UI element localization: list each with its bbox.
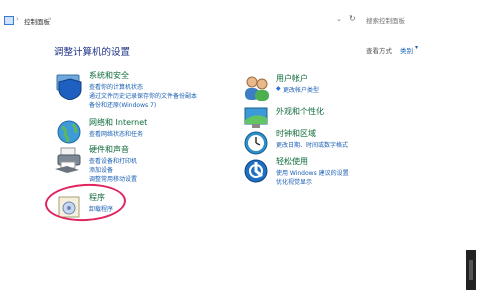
uac-shield-icon: ◆ — [276, 85, 281, 92]
link-date-time-format[interactable]: 更改日期、时间或数字格式 — [276, 140, 348, 149]
category-user-accounts: 用户帐户 ◆ 更改帐户类型 — [242, 73, 442, 101]
category-system-security: 系统和安全 查看你的计算机状态 通过文件历史记录保存你的文件备份副本 备份和还原… — [55, 70, 255, 114]
category-title[interactable]: 系统和安全 — [89, 70, 129, 81]
shield-icon[interactable] — [55, 70, 85, 100]
category-title[interactable]: 用户帐户 — [276, 73, 308, 84]
link-windows-suggested-settings[interactable]: 使用 Windows 建议的设置 — [276, 168, 349, 177]
link-view-computer-status[interactable]: 查看你的计算机状态 — [89, 82, 143, 91]
category-title[interactable]: 轻松使用 — [276, 156, 308, 167]
view-by-caret-icon[interactable]: ▾ — [415, 44, 418, 51]
view-by-label: 查看方式 — [366, 47, 392, 55]
address-dropdown-icon[interactable]: ⌄ — [336, 15, 342, 23]
category-title[interactable]: 硬件和声音 — [89, 144, 129, 155]
link-mobility-settings[interactable]: 调整常用移动设置 — [89, 174, 137, 183]
annotation-circle — [44, 181, 127, 224]
view-by-dropdown[interactable]: 类别 — [400, 45, 413, 55]
address-bar: › 控制面板 › ⌄ ↻ — [0, 10, 480, 32]
category-appearance: 外观和个性化 — [242, 102, 442, 128]
accessibility-icon[interactable] — [242, 156, 272, 186]
scrollbar-thumb[interactable] — [469, 260, 473, 280]
folder-icon — [4, 16, 14, 25]
category-title[interactable]: 外观和个性化 — [276, 106, 324, 117]
breadcrumb-control-panel[interactable]: 控制面板 — [24, 16, 50, 26]
printer-icon[interactable] — [55, 144, 85, 174]
clock-icon[interactable] — [242, 128, 272, 158]
link-file-history-backup[interactable]: 通过文件历史记录保存你的文件备份副本 — [89, 91, 197, 100]
refresh-icon[interactable]: ↻ — [349, 14, 356, 23]
category-network-internet: 网络和 Internet 查看网络状态和任务 — [55, 117, 255, 144]
link-network-status[interactable]: 查看网络状态和任务 — [89, 129, 143, 138]
link-add-device[interactable]: 添加设备 — [89, 165, 113, 174]
users-icon[interactable] — [242, 73, 272, 103]
globe-icon[interactable] — [55, 117, 85, 147]
link-change-account-type[interactable]: 更改帐户类型 — [283, 85, 319, 94]
search-input[interactable] — [366, 15, 466, 27]
link-devices-printers[interactable]: 查看设备和打印机 — [89, 156, 137, 165]
category-title[interactable]: 时钟和区域 — [276, 128, 316, 139]
breadcrumb-chevron-icon[interactable]: › — [49, 15, 52, 23]
breadcrumb-separator-icon: › — [16, 15, 19, 23]
category-hardware-sound: 硬件和声音 查看设备和打印机 添加设备 调整常用移动设置 — [55, 144, 255, 184]
link-optimize-visual-display[interactable]: 优化视觉显示 — [276, 177, 312, 186]
link-backup-restore[interactable]: 备份和还原(Windows 7) — [89, 100, 156, 109]
page-title: 调整计算机的设置 — [54, 47, 131, 58]
scrollbar[interactable] — [466, 250, 476, 290]
category-ease-of-access: 轻松使用 使用 Windows 建议的设置 优化视觉显示 — [242, 156, 442, 188]
category-title[interactable]: 网络和 Internet — [89, 117, 147, 128]
category-clock-region: 时钟和区域 更改日期、时间或数字格式 — [242, 128, 442, 155]
